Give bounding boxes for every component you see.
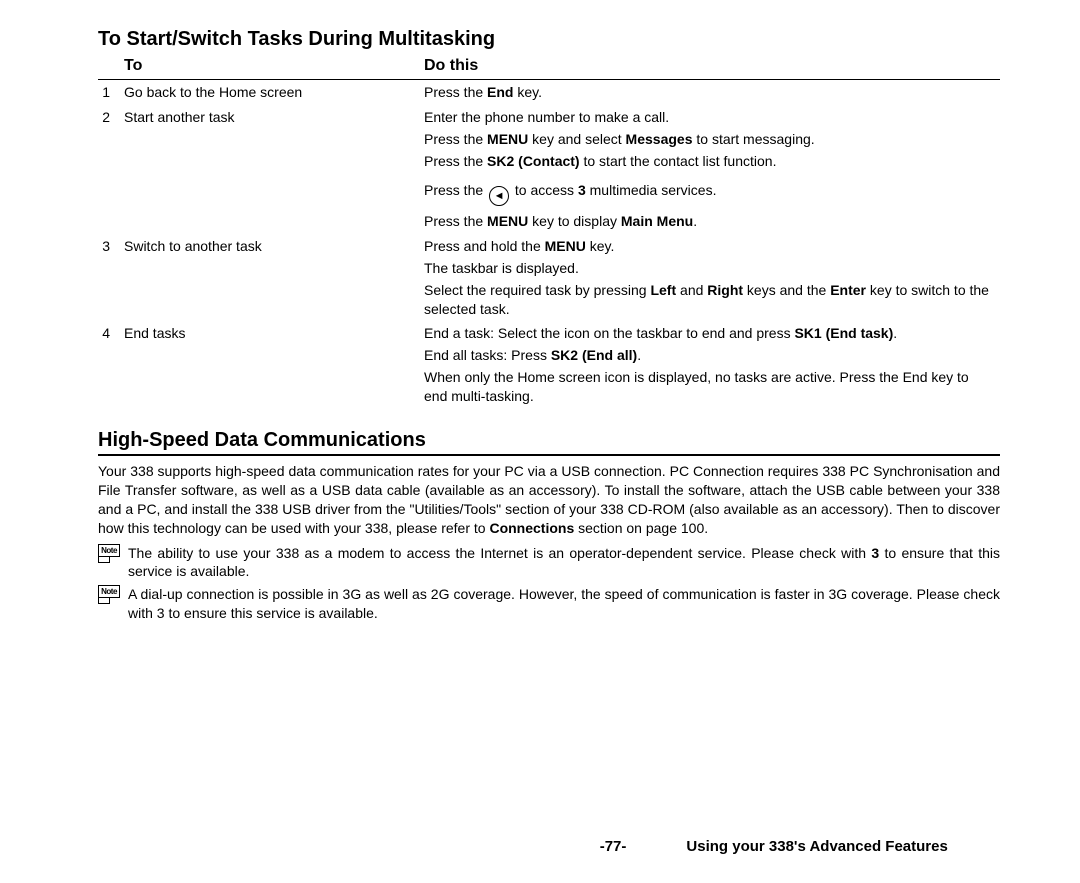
- page-footer: -77- Using your 338's Advanced Features: [0, 838, 1080, 855]
- page-number: -77-: [0, 838, 686, 855]
- note-block: Note A dial-up connection is possible in…: [98, 585, 1000, 623]
- row-num: 3: [98, 234, 124, 322]
- row-num: 2: [98, 105, 124, 234]
- note-block: Note The ability to use your 338 as a mo…: [98, 544, 1000, 582]
- row-do: Enter the phone number to make a call. P…: [424, 105, 1000, 234]
- row-do: Press and hold the MENU key. The taskbar…: [424, 234, 1000, 322]
- note-text: The ability to use your 338 as a modem t…: [128, 544, 1000, 582]
- multitask-table: To Do this 1 Go back to the Home screen …: [98, 53, 1000, 409]
- body-paragraph: Your 338 supports high-speed data commun…: [98, 462, 1000, 538]
- col-to-header: To: [124, 53, 424, 80]
- row-do: Press the End key.: [424, 80, 1000, 105]
- row-to: Switch to another task: [124, 234, 424, 322]
- row-to: Go back to the Home screen: [124, 80, 424, 105]
- row-num: 4: [98, 321, 124, 409]
- row-do: End a task: Select the icon on the taskb…: [424, 321, 1000, 409]
- table-row: 3 Switch to another task Press and hold …: [98, 234, 1000, 322]
- section-heading: To Start/Switch Tasks During Multitaskin…: [98, 28, 1000, 51]
- col-do-header: Do this: [424, 53, 1000, 80]
- row-num: 1: [98, 80, 124, 105]
- note-icon: Note: [98, 585, 120, 604]
- note-text: A dial-up connection is possible in 3G a…: [128, 585, 1000, 623]
- table-row: 2 Start another task Enter the phone num…: [98, 105, 1000, 234]
- table-row: 4 End tasks End a task: Select the icon …: [98, 321, 1000, 409]
- table-row: 1 Go back to the Home screen Press the E…: [98, 80, 1000, 105]
- row-to: End tasks: [124, 321, 424, 409]
- section-heading: High-Speed Data Communications: [98, 429, 1000, 456]
- chapter-title: Using your 338's Advanced Features: [686, 838, 1080, 855]
- note-icon: Note: [98, 544, 120, 563]
- nav-key-icon: ◄: [489, 186, 509, 206]
- row-to: Start another task: [124, 105, 424, 234]
